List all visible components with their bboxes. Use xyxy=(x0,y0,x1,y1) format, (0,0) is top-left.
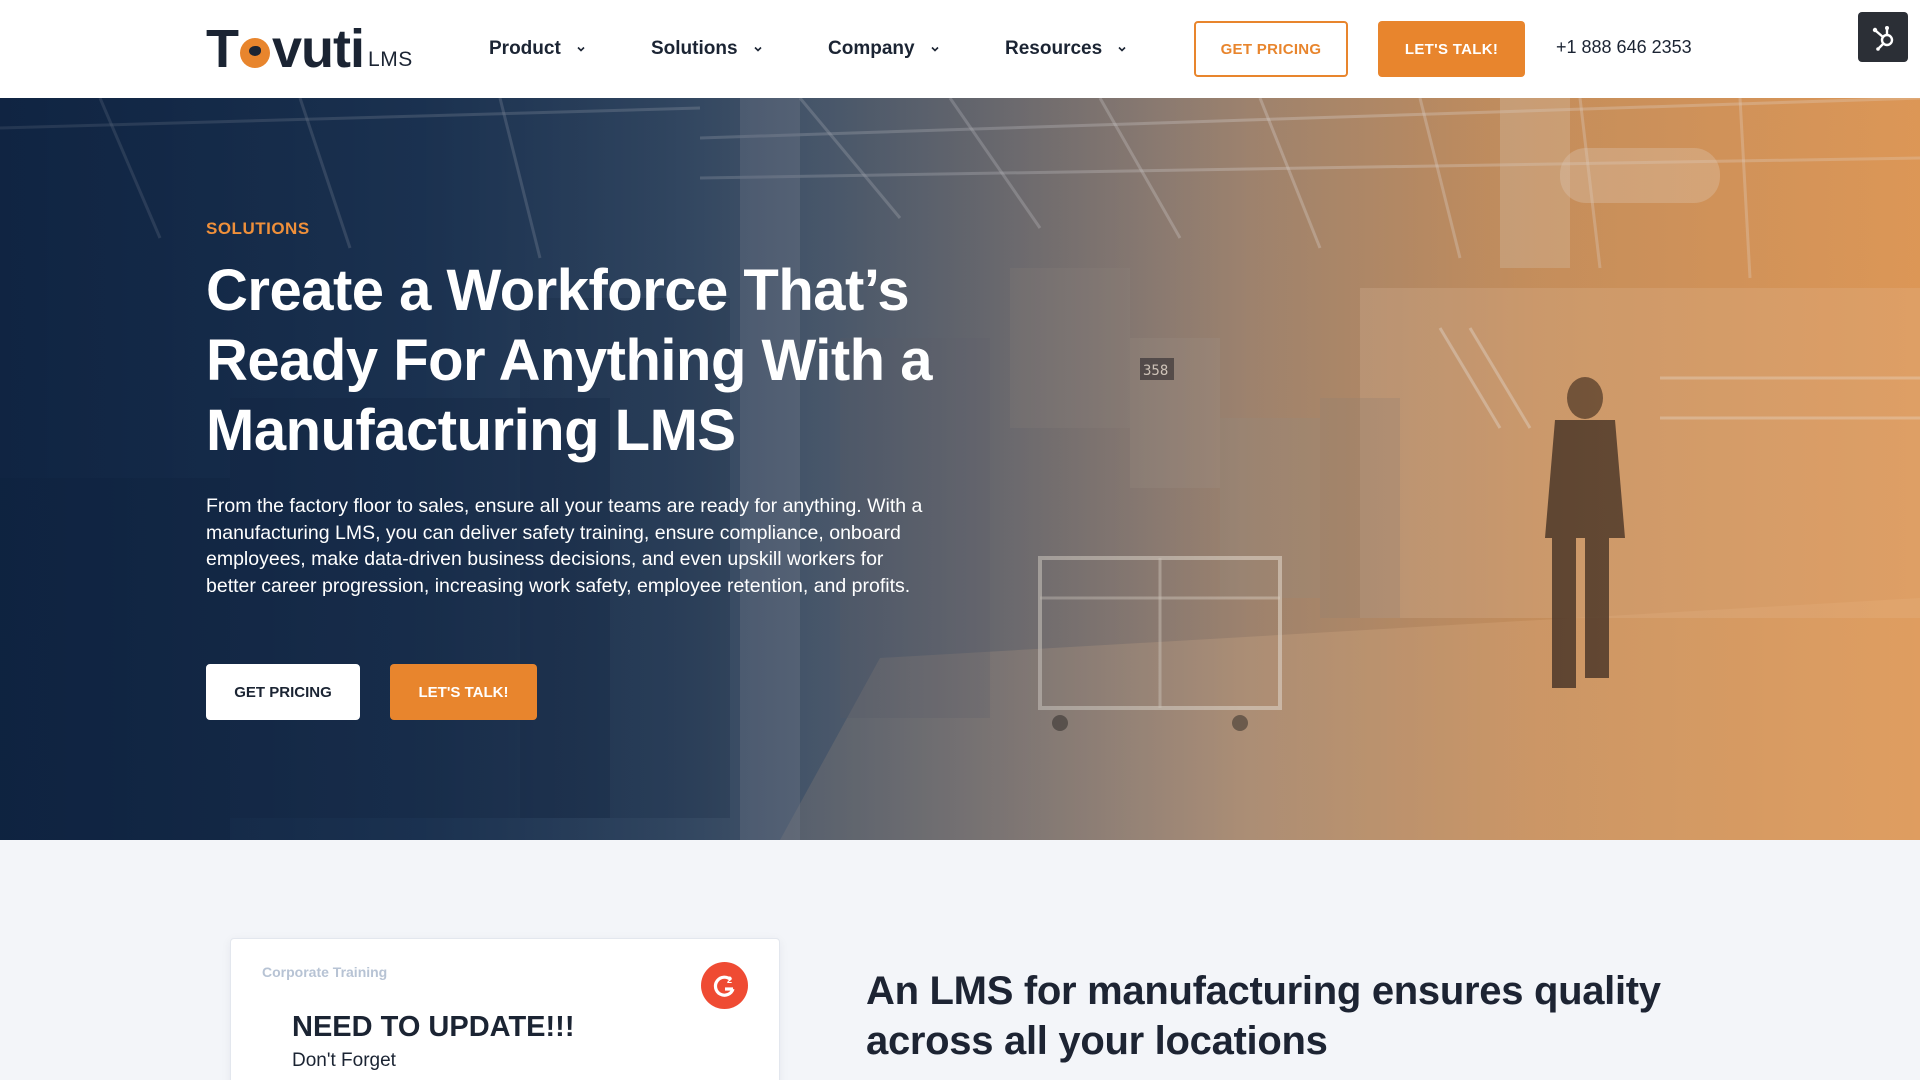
hero-gradient-overlay xyxy=(0,98,1920,840)
hubspot-icon[interactable] xyxy=(1858,12,1908,62)
chevron-down-icon xyxy=(1116,43,1128,55)
hero-description: From the factory floor to sales, ensure … xyxy=(206,495,923,597)
header-get-pricing-button[interactable]: GET PRICING xyxy=(1194,21,1348,77)
nav-item-product[interactable]: Product xyxy=(489,36,587,62)
card-title: NEED TO UPDATE!!! xyxy=(292,1011,575,1043)
hero-title: Create a Workforce That’s Ready For Anyt… xyxy=(206,258,932,463)
tovuti-logo[interactable]: Tvuti LMS xyxy=(206,19,413,79)
nav-item-solutions[interactable]: Solutions xyxy=(651,36,764,62)
logo-wordmark: Tvuti xyxy=(206,19,365,79)
section-heading: An LMS for manufacturing ensures quality… xyxy=(866,969,1661,1063)
hero-lets-talk-button[interactable]: LET'S TALK! xyxy=(390,664,537,720)
chevron-down-icon xyxy=(929,43,941,55)
nav-item-company[interactable]: Company xyxy=(828,36,941,62)
nav-item-resources[interactable]: Resources xyxy=(1005,36,1128,62)
hero-eyebrow: SOLUTIONS xyxy=(206,219,310,238)
g2-icon: 2 xyxy=(701,962,748,1009)
svg-text:2: 2 xyxy=(727,975,732,985)
card-subtitle: Don't Forget xyxy=(292,1050,396,1071)
chevron-down-icon xyxy=(575,43,587,55)
logo-suffix: LMS xyxy=(368,48,413,71)
nav-item-label: Solutions xyxy=(651,38,738,59)
card-category-tag: Corporate Training xyxy=(262,964,388,980)
nav-item-label: Product xyxy=(489,38,561,59)
notification-card[interactable]: Corporate Training 2 NEED TO UPDATE!!! D… xyxy=(230,938,780,1080)
logo-globe-icon xyxy=(240,38,270,68)
nav-item-label: Company xyxy=(828,38,915,59)
phone-number-link[interactable]: +1 888 646 2353 xyxy=(1556,37,1692,58)
nav-item-label: Resources xyxy=(1005,38,1103,59)
header-lets-talk-button[interactable]: LET'S TALK! xyxy=(1378,21,1525,77)
site-header: Tvuti LMS Product Solutions Company Reso… xyxy=(0,0,1920,98)
chevron-down-icon xyxy=(752,43,764,55)
hero-get-pricing-button[interactable]: GET PRICING xyxy=(206,664,360,720)
hero-section: 358 SOLUTIONS Create a Workforce That’s … xyxy=(0,98,1920,840)
